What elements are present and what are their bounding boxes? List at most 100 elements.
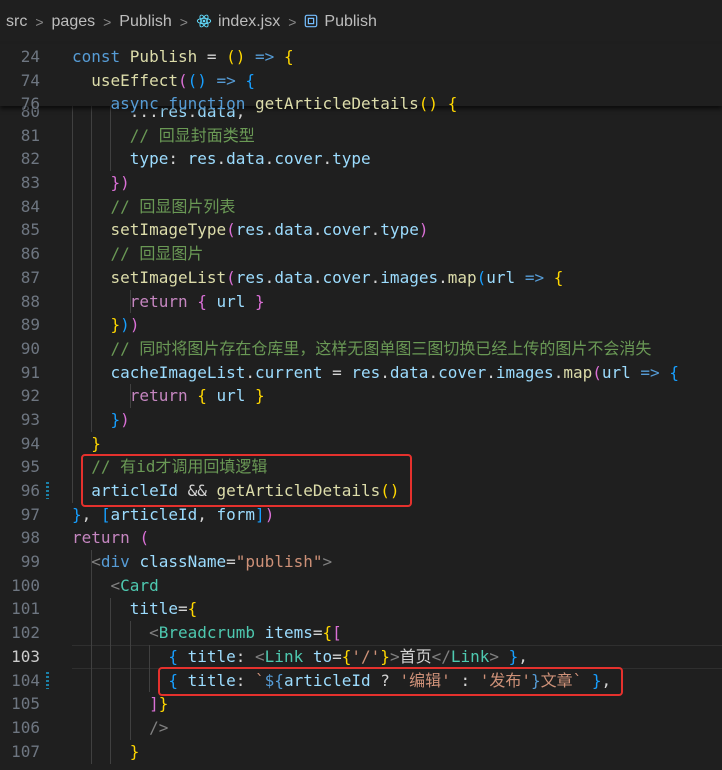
line-number[interactable]: 95 [0,455,40,479]
code-line[interactable]: 88 return { url } [0,290,722,314]
code-line[interactable]: 98 return ( [0,526,722,550]
code-token: . [216,149,227,169]
breadcrumb-pages[interactable]: pages [52,13,96,31]
sticky-code-line[interactable]: 24 const Publish = () => { [0,45,722,69]
breadcrumb-symbol[interactable]: Publish [304,13,377,31]
breadcrumb-file[interactable]: index.jsx [196,13,280,31]
code-text: ]} [72,692,168,716]
code-line[interactable]: 81 // 回显封面类型 [0,124,722,148]
code-token: ) [129,315,140,335]
code-line[interactable]: 93 }) [0,408,722,432]
code-line[interactable]: 100 <Card [0,574,722,598]
line-number[interactable]: 105 [0,692,40,716]
line-number[interactable]: 24 [0,45,40,69]
code-token: div [100,552,140,572]
code-line[interactable]: 87 setImageList(res.data.cover.images.ma… [0,266,722,290]
code-line[interactable]: 83 }) [0,171,722,195]
code-line[interactable]: 89 })) [0,313,722,337]
line-number[interactable]: 104 [0,669,40,693]
indent-guide [129,621,131,740]
code-token: , [197,504,217,524]
code-line[interactable]: 101 title={ [0,597,722,621]
line-number[interactable]: 85 [0,218,40,242]
line-number[interactable]: 97 [0,503,40,527]
sticky-scroll-header[interactable]: 24 const Publish = () => {74 useEffect(()… [0,44,722,113]
line-number[interactable]: 107 [0,740,40,764]
breadcrumb-publish-folder[interactable]: Publish [119,13,171,31]
code-token: , [518,646,528,666]
gutter-modified-marker[interactable] [46,671,49,689]
code-line[interactable]: 106 /> [0,716,722,740]
code-line[interactable]: 92 return { url } [0,384,722,408]
code-token: type [129,149,169,169]
code-token: { [197,386,217,406]
code-line[interactable]: 86 // 回显图片 [0,242,722,266]
line-number[interactable]: 93 [0,408,40,432]
code-line[interactable]: 82 type: res.data.cover.type [0,147,722,171]
code-text: // 回显图片列表 [72,195,236,219]
code-token: useEffect [91,70,178,90]
line-number[interactable]: 87 [0,266,40,290]
line-number[interactable]: 103 [0,645,40,669]
code-token: cover [438,362,487,382]
code-line[interactable]: 95 // 有id才调用回填逻辑 [0,455,722,479]
line-number[interactable]: 86 [0,242,40,266]
line-number[interactable]: 89 [0,313,40,337]
code-token: ) [264,504,275,524]
sticky-code-line[interactable]: 74 useEffect(() => { [0,69,722,93]
code-token: type [332,149,371,169]
code-line[interactable]: 85 setImageType(res.data.cover.type) [0,218,722,242]
code-line[interactable]: 97}, [articleId, form]) [0,503,722,527]
code-token: < [91,552,101,572]
code-line[interactable]: 107 } [0,740,722,764]
code-token: 首页 [399,646,432,666]
code-token: . [553,362,564,382]
code-token: { [245,70,256,90]
code-line[interactable]: 104 { title: `${articleId ? '编辑' : '发布'}… [0,669,722,693]
code-token: && [187,481,217,500]
code-line[interactable]: 102 <Breadcrumb items={[ [0,621,722,645]
line-number[interactable]: 84 [0,195,40,219]
line-number[interactable]: 94 [0,432,40,456]
line-number[interactable]: 82 [0,147,40,171]
line-number[interactable]: 92 [0,384,40,408]
breadcrumb-src[interactable]: src [6,13,27,31]
line-number[interactable]: 91 [0,361,40,385]
line-number[interactable]: 101 [0,597,40,621]
code-line[interactable]: 91 cacheImageList.current = res.data.cov… [0,361,722,385]
line-number[interactable]: 88 [0,290,40,314]
code-line[interactable]: 105 ]} [0,692,722,716]
code-token: ? [380,670,400,690]
line-number[interactable]: 83 [0,171,40,195]
chevron-right-icon: > [288,14,297,30]
code-editor[interactable]: 80 ...res.data, 81 // 回显封面类型 82 type: res.… [0,100,722,770]
code-token: '发布' [479,670,531,690]
sticky-code-line[interactable]: 76 async function getArticleDetails() { [0,92,722,116]
line-number[interactable]: 90 [0,337,40,361]
code-token: '/' [351,646,381,666]
gutter-modified-marker[interactable] [46,482,49,499]
code-token: data [226,149,265,169]
code-line[interactable]: 84 // 回显图片列表 [0,195,722,219]
line-number[interactable]: 96 [0,479,40,503]
code-line[interactable]: 103 { title: <Link to={'/'}>首页</Link> }, [0,644,722,669]
line-number[interactable]: 98 [0,526,40,550]
line-number[interactable]: 100 [0,574,40,598]
code-text: // 回显封面类型 [72,124,255,148]
line-number[interactable]: 81 [0,124,40,148]
code-token: const [72,47,130,66]
code-line[interactable]: 96 articleId && getArticleDetails() [0,479,722,503]
line-number[interactable]: 74 [0,69,40,93]
code-token: } [255,386,265,406]
line-number[interactable]: 106 [0,716,40,740]
line-number[interactable]: 99 [0,550,40,574]
code-token: > [389,646,400,666]
code-text: { title: <Link to={'/'}>首页</Link> }, [72,645,528,669]
code-line[interactable]: 94 } [0,432,722,456]
code-token: > [489,646,509,666]
code-line[interactable]: 99 <div className="publish"> [0,550,722,574]
code-line[interactable]: 90 // 同时将图片存在仓库里，这样无图单图三图切换已经上传的图片不会消失 [0,337,722,361]
line-number[interactable]: 76 [0,92,40,116]
line-number[interactable]: 102 [0,621,40,645]
